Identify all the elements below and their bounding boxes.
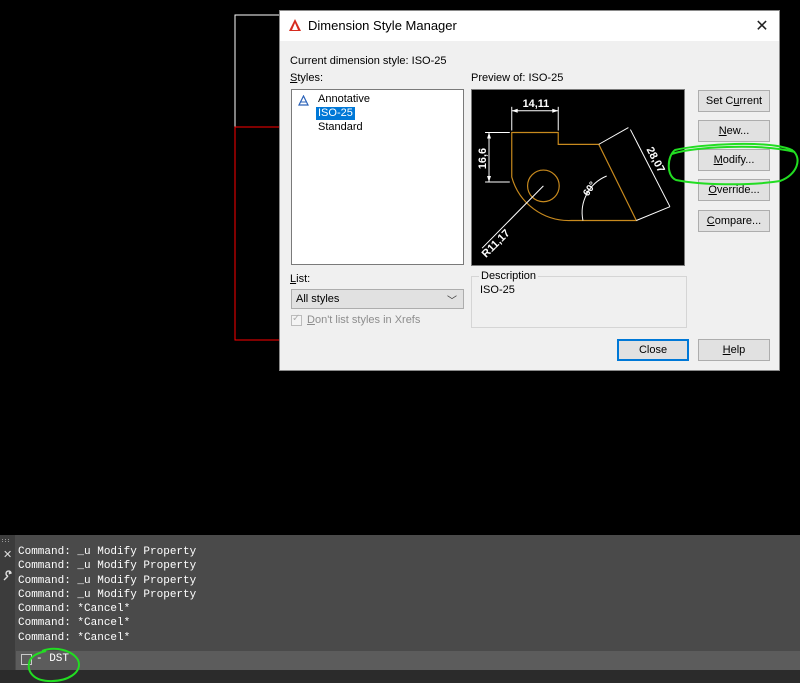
help-button[interactable]: Help bbox=[698, 339, 770, 361]
command-line-sidebar: ✕ bbox=[0, 535, 15, 670]
preview-dim-top: 14,11 bbox=[523, 98, 550, 110]
command-history-line: Command: *Cancel* bbox=[18, 603, 131, 616]
preview-dim-radius: R11,17 bbox=[480, 227, 513, 260]
close-icon[interactable]: ✕ bbox=[3, 548, 12, 561]
style-preview: 14,11 16,6 28,07 60° R11,17 bbox=[471, 89, 685, 266]
current-style-label: Current dimension style: ISO-25 bbox=[290, 55, 447, 67]
compare-button[interactable]: Compare... bbox=[698, 210, 770, 232]
drawing-red-lines bbox=[234, 126, 279, 341]
preview-dim-left: 16,6 bbox=[477, 148, 489, 169]
preview-dim-diag: 28,07 bbox=[644, 145, 667, 175]
dialog-title: Dimension Style Manager bbox=[308, 18, 457, 33]
drawing-white-lines bbox=[234, 14, 279, 128]
command-history-line: Command: _u Modify Property bbox=[18, 560, 197, 573]
styles-label: Styles: bbox=[290, 72, 324, 84]
style-item-standard[interactable]: Standard bbox=[316, 121, 365, 134]
autocad-logo-icon bbox=[289, 19, 301, 31]
list-label: List: bbox=[290, 273, 311, 285]
xref-checkbox-label: Don't list styles in Xrefs bbox=[307, 314, 421, 326]
xref-checkbox[interactable]: ✓ bbox=[291, 313, 302, 326]
description-legend: Description bbox=[479, 270, 539, 282]
style-item-annotative[interactable]: Annotative bbox=[316, 93, 372, 106]
command-prompt-icon[interactable] bbox=[21, 654, 32, 665]
dimension-style-manager-dialog: Dimension Style Manager ✕ Current dimens… bbox=[279, 10, 780, 371]
command-history-line: Command: *Cancel* bbox=[18, 617, 131, 630]
grip-icon[interactable] bbox=[2, 539, 12, 543]
checkmark-icon: ✓ bbox=[292, 313, 301, 324]
command-history-line: Command: _u Modify Property bbox=[18, 574, 197, 587]
wrench-icon[interactable] bbox=[2, 570, 13, 581]
modify-button[interactable]: Modify... bbox=[698, 149, 770, 171]
new-button[interactable]: New... bbox=[698, 120, 770, 142]
preview-label: Preview of: ISO-25 bbox=[471, 72, 564, 84]
command-history-line: Command: _u Modify Property bbox=[18, 588, 197, 601]
command-history-line: Command: _u Modify Property bbox=[18, 546, 197, 558]
annotative-icon bbox=[298, 95, 309, 106]
command-line-panel: ✕ Command: _u Modify Property Command: _… bbox=[0, 535, 800, 670]
command-input[interactable]: - DST bbox=[16, 651, 800, 670]
list-filter-select[interactable]: All styles ﹀ bbox=[291, 289, 464, 309]
description-text: ISO-25 bbox=[480, 284, 515, 296]
command-history: Command: _u Modify Property Command: _u … bbox=[18, 545, 196, 645]
list-filter-value: All styles bbox=[296, 293, 340, 305]
command-input-text: - DST bbox=[36, 653, 70, 665]
style-item-iso-25[interactable]: ISO-25 bbox=[316, 107, 355, 120]
status-bar-strip bbox=[0, 670, 800, 683]
set-current-button[interactable]: Set Current bbox=[698, 90, 770, 112]
styles-list[interactable]: Annotative ISO-25 Standard bbox=[291, 89, 464, 265]
dialog-titlebar[interactable]: Dimension Style Manager ✕ bbox=[280, 11, 779, 41]
close-icon[interactable]: ✕ bbox=[753, 16, 771, 36]
close-button[interactable]: Close bbox=[617, 339, 689, 361]
chevron-down-icon: ﹀ bbox=[447, 296, 457, 307]
override-button[interactable]: Override... bbox=[698, 179, 770, 201]
command-history-line: Command: *Cancel* bbox=[18, 631, 131, 644]
